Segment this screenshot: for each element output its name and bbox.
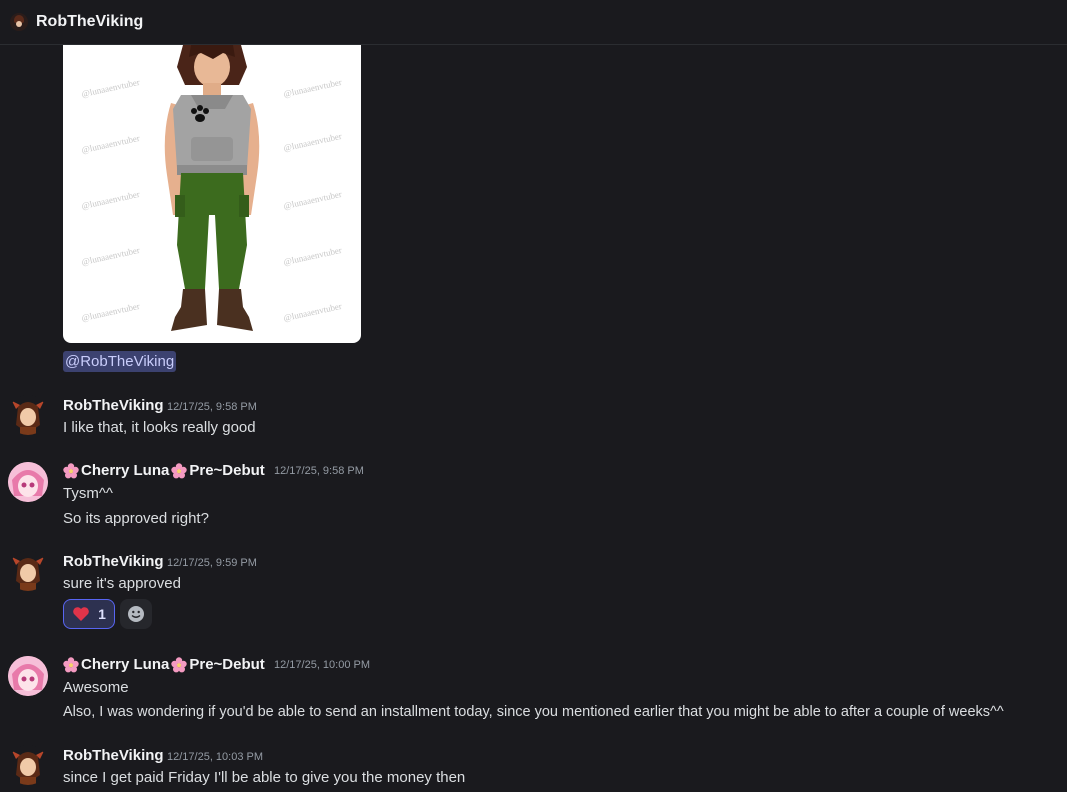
smiley-icon — [128, 606, 144, 622]
avatar[interactable] — [8, 462, 48, 502]
cherry-blossom-icon — [171, 462, 188, 478]
message-author[interactable]: Cherry Luna Pre~Debut — [63, 462, 267, 479]
rob-avatar-icon — [12, 557, 44, 591]
channel-header: RobTheViking — [0, 0, 1067, 45]
message-timestamp: 12/17/25, 10:00 PM — [274, 659, 371, 671]
cherry-blossom-icon — [171, 656, 188, 672]
dm-avatar[interactable] — [10, 13, 28, 31]
message-timestamp: 12/17/25, 9:58 PM — [167, 401, 257, 413]
message-text: Also, I was wondering if you'd be able t… — [63, 704, 1004, 720]
cherry-blossom-icon — [63, 656, 79, 672]
rob-avatar-icon — [12, 751, 44, 785]
avatar[interactable] — [8, 745, 48, 785]
message-timestamp: 12/17/25, 9:59 PM — [167, 557, 257, 569]
author-name: Cherry Luna — [81, 656, 170, 673]
author-name: Cherry Luna — [81, 462, 170, 479]
heart-icon — [73, 607, 89, 621]
cherry-blossom-icon — [63, 462, 79, 478]
avatar[interactable] — [8, 395, 48, 435]
message-timestamp: 12/17/25, 10:03 PM — [167, 751, 264, 763]
image-attachment[interactable]: @lunaaenvtuber @lunaaenvtuber @lunaaenvt… — [63, 45, 361, 343]
message-author[interactable]: RobTheViking — [63, 553, 164, 570]
author-tag: Pre~Debut — [189, 656, 265, 673]
message-author[interactable]: Cherry Luna Pre~Debut — [63, 656, 267, 673]
message-text: Tysm^^ — [63, 485, 113, 502]
reaction-count: 1 — [98, 606, 106, 622]
author-tag: Pre~Debut — [189, 462, 265, 479]
message-text: So its approved right? — [63, 510, 209, 527]
avatar[interactable] — [8, 656, 48, 696]
message-author[interactable]: RobTheViking — [63, 747, 164, 764]
message-timestamp: 12/17/25, 9:58 PM — [274, 465, 364, 477]
cherry-avatar-icon — [8, 462, 48, 502]
message-author[interactable]: RobTheViking — [63, 397, 164, 414]
message-text: sure it's approved — [63, 575, 181, 592]
rob-avatar-icon — [12, 401, 44, 435]
message-text: Awesome — [63, 679, 129, 696]
cherry-avatar-icon — [8, 656, 48, 696]
add-reaction-button[interactable] — [120, 599, 152, 629]
user-mention[interactable]: @RobTheViking — [63, 351, 177, 372]
channel-title[interactable]: RobTheViking — [36, 13, 143, 31]
avatar[interactable] — [8, 551, 48, 591]
message-text: since I get paid Friday I'll be able to … — [63, 769, 466, 786]
message-text: I like that, it looks really good — [63, 419, 256, 436]
heart-reaction-button[interactable]: 1 — [63, 599, 115, 629]
